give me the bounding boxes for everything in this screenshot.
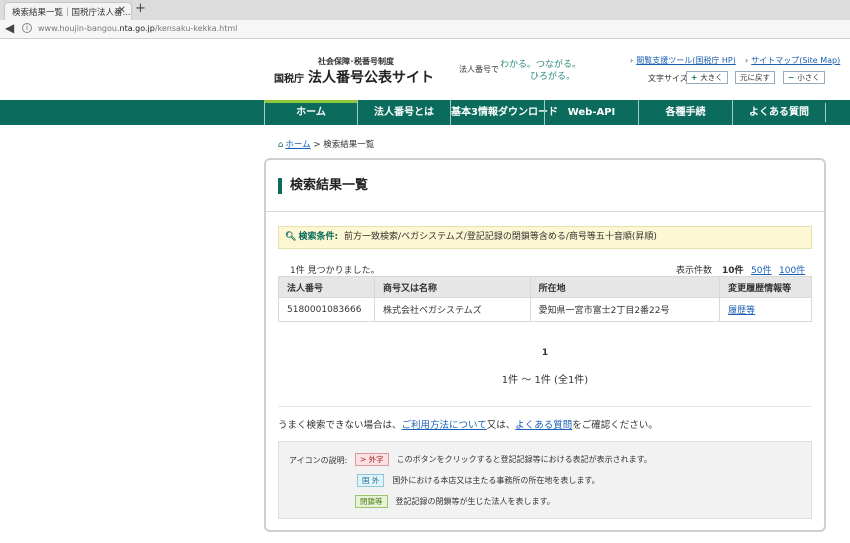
help-prefix: うまく検索できない場合は、 bbox=[278, 420, 402, 431]
main-nav: ホーム 法人番号とは 基本3情報ダウンロード Web-API 各種手続 よくある… bbox=[0, 100, 850, 125]
help-text: うまく検索できない場合は、ご利用方法について又は、よくある質問をご確認ください。 bbox=[278, 417, 658, 431]
table-row: 5180001083666 株式会社ベガシステムズ 愛知県一宮市富士2丁目2番2… bbox=[278, 297, 812, 322]
browser-tab[interactable]: 検索結果一覧｜国税庁法人番... ✕ bbox=[4, 2, 132, 20]
divider bbox=[278, 406, 812, 407]
url-field[interactable]: www.houjin-bangou.nta.go.jp/kensaku-kekk… bbox=[38, 24, 237, 33]
nav-procedures[interactable]: 各種手続 bbox=[638, 100, 732, 125]
results-panel: 検索結果一覧 🔍︎ 検索条件: 前方一致検索/ベガシステムズ/登記記録の閉鎖等含める… bbox=[264, 158, 826, 532]
per-page-label: 表示件数 bbox=[676, 266, 713, 276]
faq-link[interactable]: よくある質問 bbox=[515, 420, 572, 431]
chevron-right-icon: › bbox=[630, 56, 634, 65]
nav-home[interactable]: ホーム bbox=[264, 100, 357, 125]
closed-badge: 閉鎖等 bbox=[355, 495, 388, 508]
font-smaller-label: 小さく bbox=[797, 73, 820, 82]
tagline: 法人番号で bbox=[459, 65, 499, 74]
page-range: 1件 〜 1件 (全1件) bbox=[501, 375, 589, 386]
condition-label: 検索条件: bbox=[298, 232, 339, 242]
per-page-100-link[interactable]: 100件 bbox=[779, 263, 805, 276]
font-bigger-label: 大きく bbox=[700, 73, 723, 82]
result-count-row: 1件 見つかりました。 表示件数 10件 50件 100件 bbox=[278, 260, 812, 276]
page-number: 1 bbox=[541, 348, 549, 358]
legend-text: 国外における本店又は主たる事務所の所在地を表します。 bbox=[392, 476, 600, 485]
column-header: 商号又は名称 bbox=[373, 276, 531, 298]
nav-web-api[interactable]: Web-API bbox=[544, 100, 638, 125]
address-bar: ◀ i www.houjin-bangou.nta.go.jp/kensaku-… bbox=[0, 20, 850, 39]
column-header: 法人番号 bbox=[278, 276, 375, 298]
usage-link[interactable]: ご利用方法について bbox=[402, 420, 487, 431]
condition-text: 前方一致検索/ベガシステムズ/登記記録の閉鎖等含める/商号等五十音順(昇順) bbox=[344, 232, 657, 242]
new-tab-icon[interactable]: + bbox=[135, 2, 146, 16]
site-logo[interactable]: 国税庁 法人番号公表サイト bbox=[274, 67, 434, 87]
support-tool-link[interactable]: › 閲覧支援ツール(国税庁 HP) bbox=[630, 55, 736, 66]
url-domain: nta.go.jp bbox=[119, 24, 155, 33]
url-prefix: www.houjin-bangou. bbox=[38, 24, 120, 33]
nav-faq[interactable]: よくある質問 bbox=[732, 100, 825, 125]
column-header: 変更履歴情報等 bbox=[719, 276, 812, 298]
foreign-badge: 国 外 bbox=[357, 474, 385, 487]
font-size-label: 文字サイズ bbox=[648, 74, 688, 83]
font-reset-button[interactable]: 元に戻す bbox=[735, 71, 775, 84]
company-address: 愛知県一宮市富士2丁目2番22号 bbox=[529, 297, 721, 322]
legend-text: このボタンをクリックすると登記記録等における表記が表示されます。 bbox=[396, 455, 652, 464]
legend-row-ext: > 外字 このボタンをクリックすると登記記録等における表記が表示されます。 bbox=[355, 453, 652, 467]
search-condition-box: 🔍︎ 検索条件: 前方一致検索/ベガシステムズ/登記記録の閉鎖等含める/商号等五十音… bbox=[278, 226, 812, 249]
help-mid: 又は、 bbox=[486, 420, 516, 431]
font-reset-label: 元に戻す bbox=[740, 73, 770, 82]
history-link[interactable]: 履歴等 bbox=[728, 306, 755, 316]
url-path: /kensaku-kekka.html bbox=[154, 24, 238, 33]
help-suffix: をご確認ください。 bbox=[572, 420, 658, 431]
logo-subtitle: 社会保障･税番号制度 bbox=[318, 57, 394, 66]
table-header-row: 法人番号 商号又は名称 所在地 変更履歴情報等 bbox=[278, 276, 812, 298]
browser-tabbar: 検索結果一覧｜国税庁法人番... ✕ + bbox=[0, 0, 850, 20]
breadcrumb-current: 検索結果一覧 bbox=[323, 140, 375, 150]
legend-title: アイコンの説明: bbox=[289, 456, 348, 465]
found-count: 1件 見つかりました。 bbox=[290, 266, 380, 276]
sitemap-link[interactable]: › サイトマップ(Site Map) bbox=[745, 55, 840, 66]
icon-legend: アイコンの説明: > 外字 このボタンをクリックすると登記記録等における表記が表示… bbox=[278, 441, 812, 519]
breadcrumb-home[interactable]: ホーム bbox=[285, 140, 310, 150]
legend-row-closed: 閉鎖等 登記記録の閉鎖等が生じた法人を表します。 bbox=[355, 495, 555, 509]
tagline-art-2: ひろがる。 bbox=[530, 72, 576, 82]
logo-title: 法人番号公表サイト bbox=[308, 70, 434, 86]
external-char-badge: > 外字 bbox=[355, 453, 389, 466]
column-header: 所在地 bbox=[529, 276, 721, 298]
breadcrumb-separator: > bbox=[313, 140, 321, 150]
page-title: 検索結果一覧 bbox=[278, 178, 368, 194]
search-icon: 🔍︎ bbox=[285, 232, 297, 242]
font-bigger-button[interactable]: + 大きく bbox=[686, 71, 728, 84]
sitemap-link-text[interactable]: サイトマップ(Site Map) bbox=[751, 56, 840, 65]
per-page-current: 10件 bbox=[722, 266, 744, 276]
nav-about[interactable]: 法人番号とは bbox=[357, 100, 450, 125]
company-name: 株式会社ベガシステムズ bbox=[373, 297, 531, 322]
back-arrow-icon[interactable]: ◀ bbox=[5, 21, 14, 35]
nav-divider bbox=[825, 103, 826, 122]
nav-download[interactable]: 基本3情報ダウンロード bbox=[450, 100, 558, 125]
tab-title: 検索結果一覧｜国税庁法人番... bbox=[12, 8, 131, 18]
plus-icon: + bbox=[691, 73, 698, 82]
support-tool-link-text[interactable]: 閲覧支援ツール(国税庁 HP) bbox=[636, 56, 736, 65]
divider bbox=[266, 211, 824, 212]
results-table: 法人番号 商号又は名称 所在地 変更履歴情報等 5180001083666 株式… bbox=[278, 276, 812, 322]
corporate-number: 5180001083666 bbox=[278, 297, 375, 322]
close-icon[interactable]: ✕ bbox=[118, 5, 126, 16]
history-cell: 履歴等 bbox=[719, 297, 812, 322]
minus-icon: − bbox=[788, 73, 795, 82]
breadcrumb: ⌂ ホーム > 検索結果一覧 bbox=[278, 138, 374, 150]
logo-agency: 国税庁 bbox=[274, 74, 304, 85]
tagline-art: わかる。つながる。 ひろがる。 bbox=[500, 57, 581, 82]
font-smaller-button[interactable]: − 小さく bbox=[783, 71, 825, 84]
home-icon: ⌂ bbox=[278, 140, 284, 150]
legend-text: 登記記録の閉鎖等が生じた法人を表します。 bbox=[395, 497, 555, 506]
legend-row-foreign: 国 外国外における本店又は主たる事務所の所在地を表します。 bbox=[357, 474, 600, 488]
per-page-50-link[interactable]: 50件 bbox=[751, 263, 771, 276]
chevron-right-icon: › bbox=[745, 56, 749, 65]
info-icon[interactable]: i bbox=[22, 23, 32, 33]
